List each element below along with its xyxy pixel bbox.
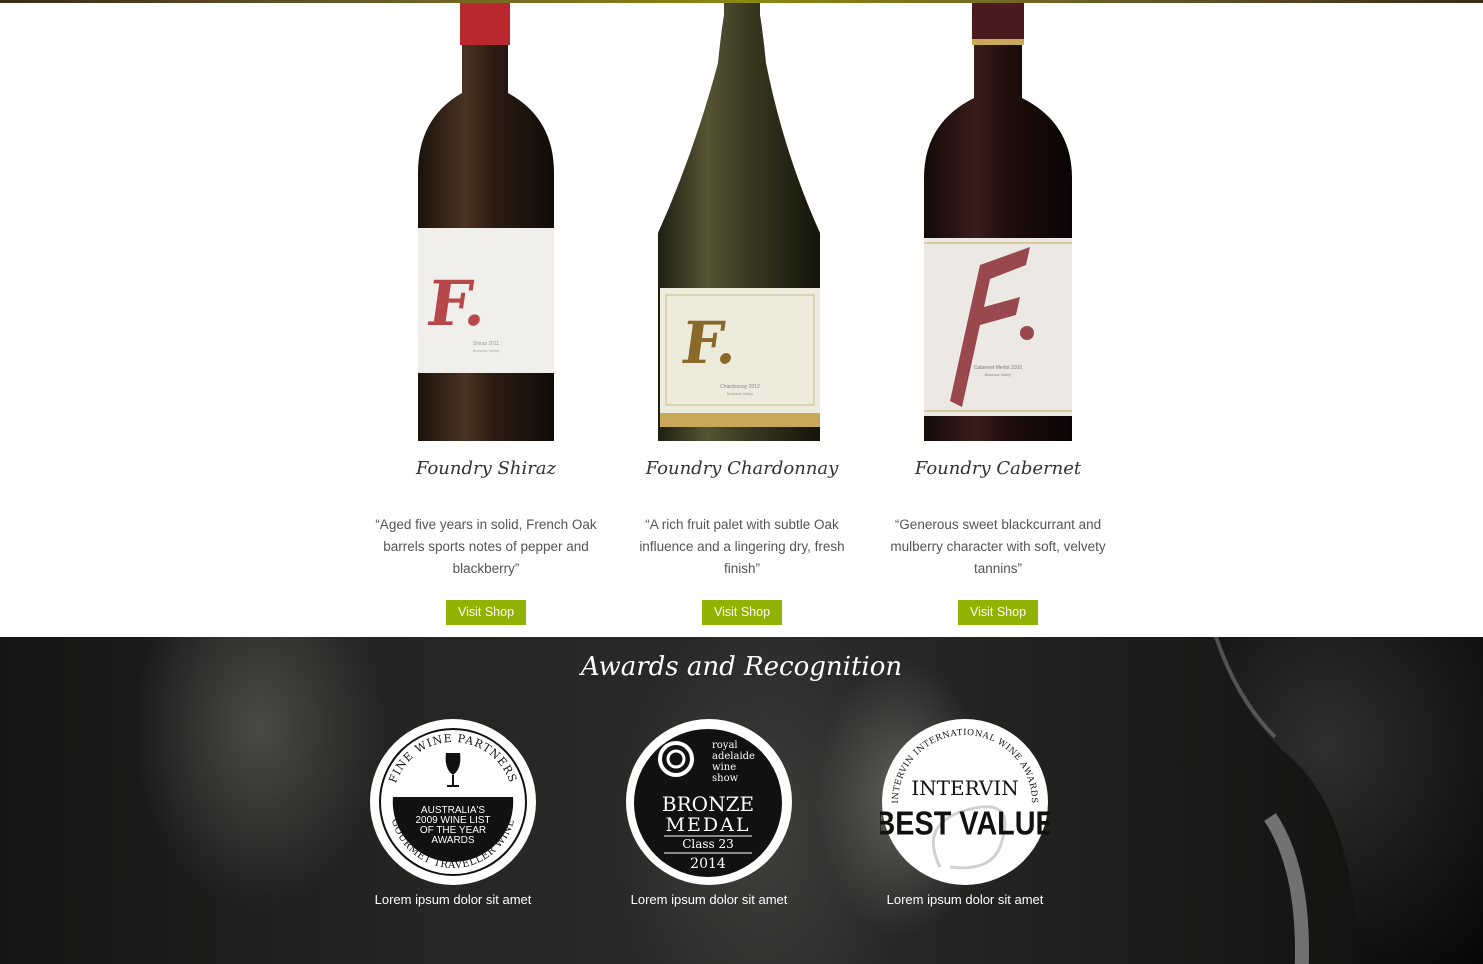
award2-brand4: show — [712, 773, 739, 784]
award2-year: 2014 — [690, 856, 726, 872]
award2-medal2: MEDAL — [666, 814, 751, 836]
cabernet-label-sub: Barossa Valley — [985, 372, 1011, 377]
award3-brand: INTERVIN — [911, 776, 1019, 800]
shiraz-bottle-image: F. Shiraz 2011 Barossa Valley — [358, 3, 614, 441]
visit-shop-button-shiraz[interactable]: Visit Shop — [445, 600, 527, 625]
svg-text:F.: F. — [677, 308, 742, 377]
royal-adelaide-bronze-badge: royal adelaide wine show BRONZE MEDAL Cl… — [626, 719, 792, 885]
award-fine-wine-partners: FINE WINE PARTNERS GOURMET TRAVELLER WIN… — [368, 717, 538, 907]
shiraz-label-text: Shiraz 2011 — [473, 341, 500, 347]
award2-brand3: wine — [712, 762, 736, 773]
product-title: Foundry Shiraz — [415, 458, 557, 479]
award-royal-adelaide: royal adelaide wine show BRONZE MEDAL Cl… — [624, 717, 794, 907]
award-caption: Lorem ipsum dolor sit amet — [630, 892, 788, 907]
award2-medal: BRONZE — [662, 792, 754, 816]
chardonnay-label-text: Chardonnay 2012 — [720, 384, 760, 390]
intervin-best-value-badge: INTERVIN INTERNATIONAL WINE AWARDS INTER… — [874, 719, 1055, 885]
award-caption: Lorem ipsum dolor sit amet — [374, 892, 532, 907]
award2-class: Class 23 — [682, 837, 734, 851]
product-card-chardonnay: F. Chardonnay 2012 Barossa Valley Foundr… — [614, 3, 870, 625]
products-section: F. Shiraz 2011 Barossa Valley Foundry Sh… — [0, 3, 1483, 637]
shiraz-label-sub: Barossa Valley — [473, 348, 499, 353]
award-intervin: INTERVIN INTERNATIONAL WINE AWARDS INTER… — [874, 717, 1055, 907]
cabernet-label-text: Cabernet Merlot 2010 — [974, 365, 1023, 371]
awards-title: Awards and Recognition — [580, 652, 903, 682]
awards-section: Awards and Recognition FINE WINE PARTNER… — [0, 637, 1483, 964]
visit-shop-button-cabernet[interactable]: Visit Shop — [957, 600, 1039, 625]
product-title: Foundry Cabernet — [914, 458, 1082, 479]
chardonnay-label-sub: Barossa Valley — [727, 391, 753, 396]
cabernet-bottle-image: Cabernet Merlot 2010 Barossa Valley — [870, 3, 1126, 441]
award-caption: Lorem ipsum dolor sit amet — [886, 892, 1044, 907]
chardonnay-bottle-image: F. Chardonnay 2012 Barossa Valley — [614, 3, 870, 441]
fine-wine-partners-badge: FINE WINE PARTNERS GOURMET TRAVELLER WIN… — [370, 719, 536, 885]
svg-text:F.: F. — [423, 267, 493, 340]
product-title: Foundry Chardonnay — [645, 458, 839, 479]
award2-brand2: adelaide — [712, 751, 755, 762]
product-description: “A rich fruit palet with subtle Oak infl… — [639, 517, 845, 576]
product-description: “Generous sweet blackcurrant and mulberr… — [890, 517, 1106, 576]
product-card-shiraz: F. Shiraz 2011 Barossa Valley Foundry Sh… — [358, 3, 614, 625]
visit-shop-button-chardonnay[interactable]: Visit Shop — [701, 600, 783, 625]
award3-value: BEST VALUE — [880, 805, 1050, 843]
product-card-cabernet: Cabernet Merlot 2010 Barossa Valley Foun… — [870, 3, 1126, 625]
award1-line4: AWARDS — [431, 835, 474, 846]
background-bottle-image — [1213, 637, 1483, 964]
product-description: “Aged five years in solid, French Oak ba… — [375, 517, 597, 576]
award2-brand1: royal — [712, 740, 738, 751]
